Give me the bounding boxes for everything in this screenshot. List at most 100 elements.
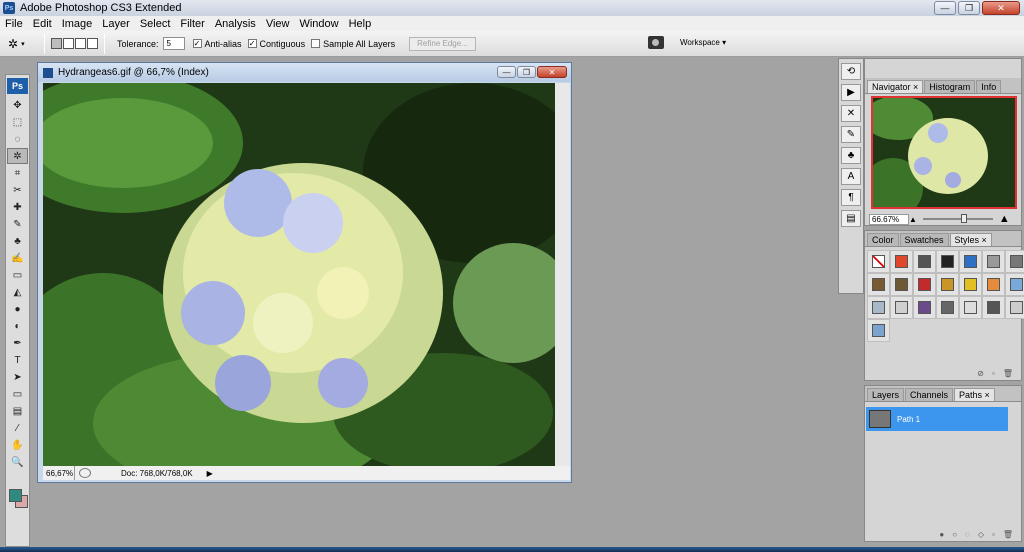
new-selection-icon[interactable] [51, 38, 62, 49]
tab-swatches[interactable]: Swatches [899, 233, 949, 246]
hand-icon[interactable]: ✋ [7, 437, 28, 453]
document-title-bar[interactable]: Hydrangeas6.gif @ 66,7% (Index) [38, 63, 571, 82]
path-row[interactable]: Path 1 [866, 407, 1008, 431]
tool-presets-icon[interactable]: ✕ [841, 105, 861, 122]
tab-navigator[interactable]: Navigator × [867, 80, 924, 93]
brush-icon[interactable]: ✎ [7, 216, 28, 232]
tab-styles[interactable]: Styles × [949, 233, 992, 246]
style-swatch[interactable] [913, 250, 936, 273]
eyedropper-icon[interactable]: ⁄ [7, 420, 28, 436]
tab-histogram[interactable]: Histogram [924, 80, 976, 93]
style-swatch[interactable] [936, 296, 959, 319]
style-swatch[interactable] [913, 273, 936, 296]
path-select-icon[interactable]: ➤ [7, 369, 28, 385]
style-swatch[interactable] [959, 296, 982, 319]
new-style-icon[interactable]: ▫ [992, 369, 995, 378]
menu-image[interactable]: Image [57, 18, 98, 30]
pen-icon[interactable]: ✒ [7, 335, 28, 351]
zoom-slider[interactable] [922, 214, 993, 223]
close-button[interactable]: ✕ [982, 1, 1020, 15]
ps-logo[interactable]: Ps [7, 78, 28, 94]
doc-close-button[interactable]: ✕ [537, 66, 567, 78]
navigator-zoom-input[interactable]: 66.67% [869, 213, 909, 225]
zoom-field[interactable]: 66,67% [43, 466, 75, 480]
tool-preset-picker[interactable]: ✲ ▾ [8, 34, 38, 54]
zoom-icon[interactable]: 🔍 [7, 454, 28, 470]
tab-layers[interactable]: Layers [867, 388, 905, 401]
subtract-selection-icon[interactable] [75, 38, 86, 49]
style-swatch[interactable] [1005, 296, 1024, 319]
slice-icon[interactable]: ✂ [7, 182, 28, 198]
delete-style-icon[interactable]: 🗑 [1003, 369, 1013, 378]
menu-layer[interactable]: Layer [97, 18, 135, 30]
menu-filter[interactable]: Filter [175, 18, 209, 30]
tab-paths[interactable]: Paths × [954, 388, 995, 401]
fill-path-icon[interactable]: ● [939, 530, 944, 539]
clear-style-icon[interactable]: ⊘ [977, 369, 984, 378]
healing-icon[interactable]: ✚ [7, 199, 28, 215]
style-swatch[interactable] [936, 250, 959, 273]
bridge-icon[interactable] [648, 36, 664, 49]
vertical-scrollbar[interactable] [555, 83, 570, 466]
menu-file[interactable]: File [0, 18, 28, 30]
brushes-icon[interactable]: ✎ [841, 126, 861, 143]
character-icon[interactable]: A [841, 168, 861, 185]
navigator-thumbnail[interactable] [871, 96, 1017, 209]
menu-window[interactable]: Window [294, 18, 343, 30]
notes-icon[interactable]: ▤ [7, 403, 28, 419]
blur-icon[interactable]: ● [7, 301, 28, 317]
lasso-icon[interactable]: ◌ [7, 131, 28, 147]
menu-edit[interactable]: Edit [28, 18, 57, 30]
new-path-icon[interactable]: ▫ [992, 530, 995, 539]
style-swatch[interactable] [867, 296, 890, 319]
eraser-icon[interactable]: ▭ [7, 267, 28, 283]
crop-icon[interactable]: ⌗ [7, 165, 28, 181]
zoom-in-icon[interactable]: ▲ [999, 213, 1010, 225]
intersect-selection-icon[interactable] [87, 38, 98, 49]
load-selection-icon[interactable]: ◌ [965, 530, 970, 539]
menu-select[interactable]: Select [135, 18, 176, 30]
workspace-menu[interactable]: Workspace ▾ [680, 38, 726, 47]
magic-wand-icon[interactable]: ✲ [7, 148, 28, 164]
refine-edge-button[interactable]: Refine Edge... [409, 36, 476, 51]
antialias-checkbox[interactable]: ✓ Anti-alias [192, 39, 242, 49]
style-swatch[interactable] [1005, 273, 1024, 296]
style-swatch[interactable] [913, 296, 936, 319]
style-swatch[interactable] [959, 273, 982, 296]
style-swatch[interactable] [982, 296, 1005, 319]
style-swatch[interactable] [1005, 250, 1024, 273]
sample-all-layers-checkbox[interactable]: Sample All Layers [311, 39, 395, 49]
tab-channels[interactable]: Channels [905, 388, 954, 401]
paint-bucket-icon[interactable]: ◭ [7, 284, 28, 300]
style-swatch[interactable] [890, 250, 913, 273]
make-work-path-icon[interactable]: ◇ [978, 530, 984, 539]
style-swatch[interactable] [982, 250, 1005, 273]
foreground-color-swatch[interactable] [9, 489, 22, 502]
style-swatch[interactable] [936, 273, 959, 296]
tab-color[interactable]: Color [867, 233, 899, 246]
style-swatch[interactable] [890, 273, 913, 296]
paragraph-icon[interactable]: ¶ [841, 189, 861, 206]
move-icon[interactable]: ✥ [7, 97, 28, 113]
tolerance-input[interactable]: 5 [162, 37, 185, 50]
status-menu-arrow-icon[interactable]: ▶ [207, 469, 213, 478]
style-swatch[interactable] [867, 319, 890, 342]
style-swatch[interactable] [982, 273, 1005, 296]
doc-maximize-button[interactable]: ❐ [517, 66, 536, 78]
menu-help[interactable]: Help [344, 18, 377, 30]
type-icon[interactable]: T [7, 352, 28, 368]
history-icon[interactable]: ⟲ [841, 63, 861, 80]
stamp-icon[interactable]: ♣ [7, 233, 28, 249]
menu-analysis[interactable]: Analysis [210, 18, 261, 30]
stroke-path-icon[interactable]: ○ [952, 530, 957, 539]
add-selection-icon[interactable] [63, 38, 74, 49]
tab-info[interactable]: Info [976, 80, 1002, 93]
dodge-icon[interactable]: ◐ [7, 318, 28, 334]
marquee-icon[interactable]: ⬚ [7, 114, 28, 130]
delete-path-icon[interactable]: 🗑 [1003, 530, 1013, 539]
menu-view[interactable]: View [261, 18, 295, 30]
status-icon[interactable] [79, 468, 91, 478]
contiguous-checkbox[interactable]: ✓ Contiguous [247, 39, 305, 49]
history-brush-icon[interactable]: ✍ [7, 250, 28, 266]
image-canvas[interactable] [43, 83, 555, 466]
